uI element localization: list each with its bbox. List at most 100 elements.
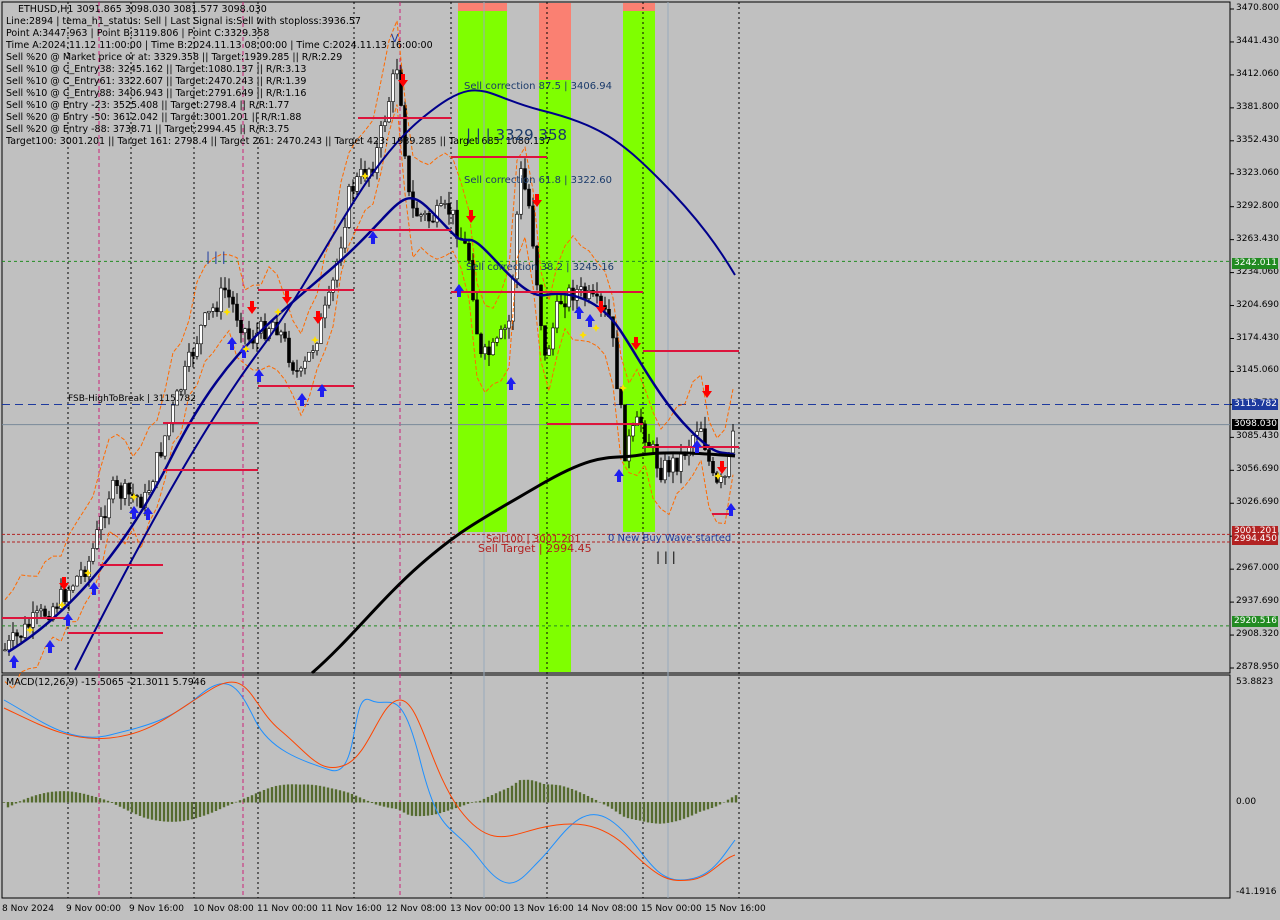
macd-histogram-bar [374, 802, 378, 805]
macd-histogram-bar [102, 799, 106, 803]
macd-histogram-bar [22, 799, 26, 803]
macd-histogram-bar [170, 802, 174, 822]
time-tick-label: 11 Nov 16:00 [321, 904, 382, 914]
candle-body [191, 351, 195, 357]
candle-body [199, 325, 203, 345]
candle-body [531, 205, 535, 247]
candle-body [671, 457, 675, 473]
price-tick-label: 3292.800 [1236, 200, 1279, 211]
candle-body [123, 483, 127, 499]
macd-histogram-bar [470, 802, 474, 803]
candle-body [235, 303, 239, 321]
macd-histogram-bar [122, 802, 126, 809]
candle-body [99, 516, 103, 531]
macd-histogram-bar [450, 802, 454, 810]
macd-histogram-bar [398, 802, 402, 811]
candle-body [159, 452, 163, 457]
macd-histogram-bar [710, 802, 714, 809]
macd-histogram-bar [350, 793, 354, 803]
price-tick-label: 3323.060 [1236, 167, 1279, 178]
wave-marks-a: | | | [206, 250, 226, 264]
macd-label: MACD(12,26,9) -15.5065 -21.3011 5.7946 [6, 677, 206, 688]
price-tick-label: 3174.430 [1236, 332, 1279, 343]
macd-histogram-bar [394, 802, 398, 809]
macd-histogram-bar [658, 802, 662, 824]
candle-body [719, 476, 723, 483]
candle-body [167, 422, 171, 437]
price-tick-label: 3263.430 [1236, 233, 1279, 244]
macd-histogram-bar [510, 785, 514, 803]
candle-body [699, 428, 703, 432]
candle-body [183, 366, 187, 391]
macd-histogram-bar [502, 789, 506, 803]
macd-histogram-bar [74, 792, 78, 803]
candle-body [551, 327, 555, 350]
time-tick-label: 13 Nov 16:00 [513, 904, 574, 914]
candle-body [179, 389, 183, 392]
new-buy-wave-label: 0 New Buy Wave started [608, 533, 732, 544]
macd-histogram-bar [638, 802, 642, 821]
candle-body [423, 212, 427, 215]
price-label-current: 3098.030 [1232, 419, 1278, 430]
candle-body [263, 321, 267, 340]
candle-body [619, 388, 623, 406]
candle-body [499, 329, 503, 339]
macd-histogram-bar [330, 788, 334, 803]
candle-body [623, 404, 627, 462]
macd-histogram-bar [678, 802, 682, 821]
candle-body [355, 176, 359, 192]
info-line: Sell %20 @ Market price or at: 3329.358 … [6, 52, 343, 63]
candle-body [343, 227, 347, 249]
macd-histogram-bar [682, 802, 686, 819]
price-label-green-lower: 2920.516 [1232, 616, 1278, 627]
macd-histogram-bar [206, 802, 210, 815]
macd-histogram-bar [726, 799, 730, 803]
candle-body [327, 292, 331, 306]
macd-histogram-bar [506, 787, 510, 803]
candle-body [315, 343, 319, 351]
candle-body [111, 480, 115, 500]
macd-histogram-bar [338, 790, 342, 803]
macd-histogram-bar [258, 791, 262, 803]
candle-body [203, 312, 207, 326]
time-tick-label: 8 Nov 2024 [2, 904, 54, 914]
macd-histogram-bar [370, 802, 374, 804]
macd-histogram-bar [562, 786, 566, 803]
macd-histogram-bar [542, 783, 546, 803]
candle-body [15, 632, 19, 637]
macd-histogram-bar [194, 802, 198, 819]
macd-histogram-bar [602, 802, 606, 805]
macd-histogram-bar [6, 802, 10, 808]
macd-histogram-bar [306, 784, 310, 803]
macd-histogram-bar [162, 802, 166, 822]
price-label-sell-target: 2994.450 [1232, 534, 1278, 545]
macd-histogram-bar [566, 787, 570, 803]
macd-histogram-bar [82, 793, 86, 803]
macd-axis-zero: 0.00 [1236, 797, 1257, 807]
candle-body [479, 333, 483, 355]
macd-histogram-bar [58, 791, 62, 803]
macd-histogram-bar [270, 787, 274, 803]
macd-histogram-bar [150, 802, 154, 820]
time-tick-label: 13 Nov 00:00 [450, 904, 511, 914]
candle-body [647, 442, 651, 447]
macd-histogram-bar [586, 795, 590, 803]
candle-body [547, 348, 551, 356]
macd-histogram-bar [702, 802, 706, 811]
macd-histogram-bar [526, 779, 530, 803]
macd-histogram-bar [606, 802, 610, 807]
time-tick-label: 14 Nov 08:00 [577, 904, 638, 914]
candle-body [247, 328, 251, 340]
candle-body [475, 299, 479, 335]
candle-body [667, 460, 671, 473]
candle-body [415, 207, 419, 217]
time-tick-label: 12 Nov 08:00 [386, 904, 447, 914]
candle-body [439, 203, 443, 206]
point-c-label: | | | 3329.358 [466, 126, 568, 144]
price-tick-label: 3204.690 [1236, 299, 1279, 310]
macd-histogram-bar [666, 802, 670, 823]
macd-histogram-bar [514, 782, 518, 803]
macd-histogram-bar [342, 791, 346, 803]
macd-histogram-bar [494, 793, 498, 803]
candle-body [219, 287, 223, 313]
